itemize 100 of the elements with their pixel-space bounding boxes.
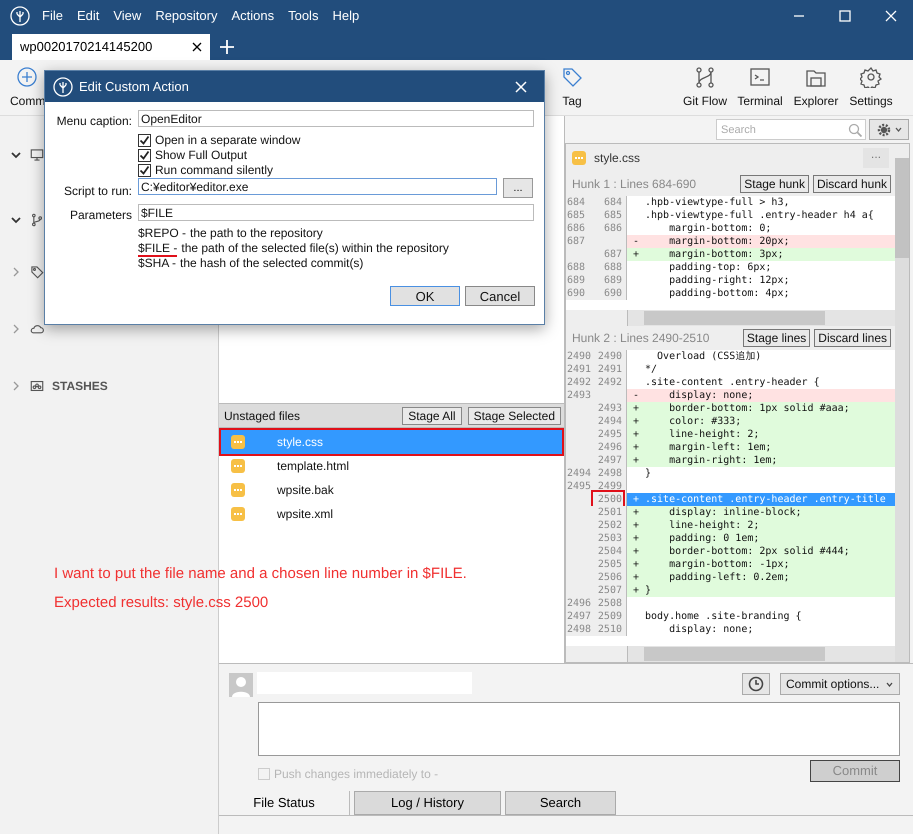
search-field[interactable]: Search bbox=[716, 119, 866, 140]
branches-icon bbox=[694, 66, 716, 88]
scrollbar[interactable] bbox=[895, 144, 909, 662]
toolbar-button[interactable]: Tag bbox=[552, 66, 592, 110]
scrollbar[interactable] bbox=[628, 646, 895, 662]
dialog-button[interactable]: OK bbox=[390, 286, 460, 306]
stage-button[interactable]: Stage All bbox=[402, 406, 462, 424]
hunk-button[interactable]: Stage hunk bbox=[740, 175, 809, 193]
code-line: Overload (CSS追加) bbox=[656, 350, 762, 363]
repo-tab[interactable]: wp0020170214145200 bbox=[12, 34, 210, 60]
menu-item[interactable]: File bbox=[42, 6, 63, 26]
field-label: Parameters bbox=[70, 207, 132, 224]
code-line: .hpb-viewtype-full > h3, bbox=[645, 196, 790, 209]
menu-item[interactable]: Edit bbox=[76, 6, 100, 26]
text-field[interactable]: OpenEditor bbox=[138, 110, 534, 127]
checkbox[interactable] bbox=[138, 148, 151, 162]
tag-icon bbox=[30, 265, 44, 279]
message-field[interactable] bbox=[258, 702, 900, 756]
check-icon bbox=[139, 150, 150, 160]
check-icon bbox=[139, 134, 150, 146]
more-button[interactable]: ··· bbox=[863, 148, 889, 168]
section-header[interactable]: STASHES bbox=[52, 377, 108, 395]
line-number: 2495 bbox=[596, 428, 622, 441]
annotation-text: Expected results: style.css 2500 bbox=[54, 593, 268, 613]
menu-item[interactable]: Actions bbox=[231, 6, 274, 26]
text-field[interactable]: $FILE bbox=[138, 204, 534, 221]
logo-icon bbox=[10, 6, 30, 26]
line-number: 689 bbox=[602, 274, 622, 287]
menu-item[interactable]: Help bbox=[332, 6, 360, 26]
file-row[interactable]: wpsite.bak bbox=[221, 478, 562, 502]
variable-name: $REPO - bbox=[138, 227, 186, 242]
checkbox-label: Run command silently bbox=[155, 163, 274, 177]
scrollbar[interactable] bbox=[628, 310, 895, 326]
modified-icon bbox=[231, 435, 245, 449]
line-number: 2500 bbox=[594, 493, 622, 506]
close-icon bbox=[192, 42, 202, 52]
line-number: 689 bbox=[566, 274, 586, 287]
dialog-button[interactable]: Cancel bbox=[465, 286, 535, 306]
hunk-button[interactable]: Stage lines bbox=[742, 329, 810, 347]
diff-sign: + bbox=[632, 415, 640, 428]
menu-item[interactable]: Repository bbox=[155, 6, 218, 26]
settings-menu-button[interactable] bbox=[869, 119, 909, 140]
toolbar-button[interactable]: Git Flow bbox=[682, 66, 728, 110]
stash-icon bbox=[30, 379, 44, 393]
code-line: padding-top: 6px; bbox=[668, 261, 772, 274]
monitor-icon bbox=[30, 148, 44, 162]
line-number: 2507 bbox=[596, 584, 622, 597]
code-line: */ bbox=[645, 363, 658, 376]
hunk-button[interactable]: Discard hunk bbox=[812, 175, 891, 193]
line-number: 686 bbox=[602, 222, 622, 235]
line-number: 2502 bbox=[596, 519, 622, 532]
code-line: display: none; bbox=[668, 389, 754, 402]
file-row[interactable]: template.html bbox=[221, 454, 562, 478]
diff-sign: + bbox=[632, 506, 640, 519]
line-number: 2490 bbox=[596, 350, 622, 363]
logo-icon bbox=[53, 76, 73, 96]
checkbox[interactable] bbox=[138, 134, 151, 146]
menu-item[interactable]: View bbox=[113, 6, 142, 26]
line-number: 2496 bbox=[566, 597, 592, 610]
help-text: the hash of the selected commit(s) bbox=[180, 257, 364, 270]
view-tab[interactable]: Log / History bbox=[354, 791, 501, 815]
line-number: 2505 bbox=[596, 558, 622, 571]
toolbar-button[interactable]: Settings bbox=[847, 66, 895, 110]
line-number: 2491 bbox=[566, 363, 592, 376]
code-line: line-height: 2; bbox=[668, 428, 760, 441]
line-number: 685 bbox=[602, 209, 622, 222]
code-line: padding: 0 1em; bbox=[668, 532, 760, 545]
checkbox[interactable] bbox=[138, 164, 151, 176]
toolbar-button[interactable]: Explorer bbox=[793, 66, 839, 110]
line-number: 686 bbox=[566, 222, 586, 235]
line-number: 2492 bbox=[566, 376, 592, 389]
hunk-title: Hunk 1 : Lines 684-690 bbox=[572, 176, 696, 193]
history-button[interactable] bbox=[742, 673, 770, 695]
maximize-icon bbox=[839, 10, 851, 22]
code-line: .site-content .entry-header .entry-title bbox=[645, 493, 886, 506]
text-field[interactable]: C:¥editor¥editor.exe bbox=[138, 178, 497, 195]
line-number: 684 bbox=[602, 196, 622, 209]
stage-button[interactable]: Stage Selected bbox=[468, 406, 561, 424]
file-row[interactable]: wpsite.xml bbox=[221, 502, 562, 526]
panel-title: Unstaged files bbox=[224, 408, 300, 424]
code-line: padding-bottom: 4px; bbox=[668, 287, 790, 300]
close-icon bbox=[885, 10, 897, 22]
toolbar-button[interactable]: Comm bbox=[10, 66, 43, 110]
line-number: 2506 bbox=[596, 571, 622, 584]
line-number: 2503 bbox=[596, 532, 622, 545]
browse-button[interactable]: ... bbox=[503, 178, 533, 198]
diff-sign: + bbox=[632, 532, 640, 545]
diff-sign: + bbox=[632, 248, 640, 261]
view-tab[interactable]: Search bbox=[505, 791, 616, 815]
toolbar-button[interactable]: Terminal bbox=[737, 66, 783, 110]
variable-name: $FILE - bbox=[138, 242, 178, 257]
line-number: 688 bbox=[566, 261, 586, 274]
hunk-button[interactable]: Discard lines bbox=[814, 329, 891, 347]
menu-item[interactable]: Tools bbox=[288, 6, 318, 26]
modified-icon bbox=[231, 507, 245, 521]
code-line: padding-right: 12px; bbox=[668, 274, 790, 287]
line-number: 2492 bbox=[596, 376, 622, 389]
code-line: display: inline-block; bbox=[668, 506, 802, 519]
code-line: color: #333; bbox=[668, 415, 742, 428]
modified-icon bbox=[231, 459, 245, 473]
